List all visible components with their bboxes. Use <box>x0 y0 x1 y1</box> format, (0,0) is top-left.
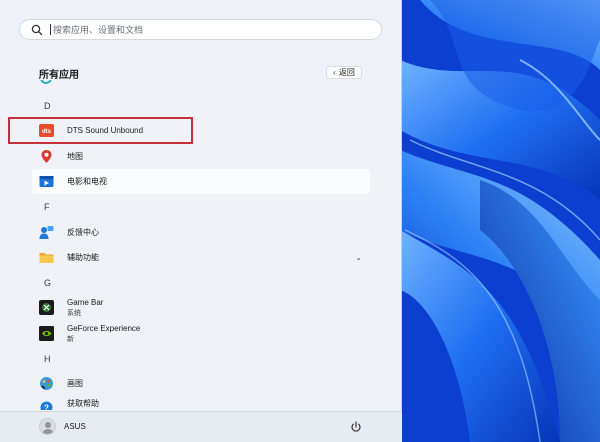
map-pin-icon <box>39 149 54 164</box>
nvidia-icon <box>39 326 54 341</box>
power-icon[interactable] <box>350 421 362 433</box>
list-item-game-bar[interactable]: Game Bar 系统 <box>32 295 370 320</box>
app-name: 地图 <box>67 152 83 161</box>
annotation-highlight-box <box>8 117 193 144</box>
app-name: 反馈中心 <box>67 228 99 237</box>
start-menu: 搜索应用、设置和文档 所有应用 ‹ 返回 D dts DTS Sound Unb… <box>0 0 402 442</box>
search-box[interactable]: 搜索应用、设置和文档 <box>19 19 382 40</box>
app-name: GeForce Experience <box>67 323 141 333</box>
back-button-label: 返回 <box>338 68 355 77</box>
svg-text:?: ? <box>44 404 49 411</box>
search-placeholder: 搜索应用、设置和文档 <box>53 25 144 35</box>
letter-header-h[interactable]: H <box>44 354 51 364</box>
app-subtitle: 系统 <box>67 309 81 317</box>
movies-tv-icon <box>39 174 54 189</box>
app-name: 画图 <box>67 379 83 388</box>
letter-header-f[interactable]: F <box>44 202 50 212</box>
search-icon <box>31 24 43 35</box>
paint-icon <box>39 376 54 391</box>
user-account-button[interactable]: ASUS <box>39 418 86 435</box>
list-item-maps[interactable]: 地图 <box>32 144 370 169</box>
list-item-movies-tv[interactable]: 电影和电视 <box>32 169 370 194</box>
partial-app-icon <box>40 80 52 84</box>
list-item-paint[interactable]: 画图 <box>32 371 370 396</box>
letter-header-g[interactable]: G <box>44 278 51 288</box>
list-item-get-help[interactable]: ? 获取帮助 系统 <box>32 396 370 410</box>
all-apps-title: 所有应用 <box>39 70 79 81</box>
folder-icon <box>39 250 54 265</box>
app-name: 辅助功能 <box>67 253 99 262</box>
start-footer: ASUS <box>0 411 402 442</box>
list-item-accessibility-folder[interactable]: 辅助功能 ⌄ <box>32 245 370 270</box>
app-name: Game Bar <box>67 297 104 307</box>
app-subtitle: 系统 <box>67 410 99 411</box>
user-name: ASUS <box>64 422 86 431</box>
app-name: 电影和电视 <box>67 177 107 186</box>
chevron-left-icon: ‹ <box>333 68 336 77</box>
get-help-icon: ? <box>39 401 54 410</box>
list-item-feedback-hub[interactable]: 反馈中心 <box>32 220 370 245</box>
back-button[interactable]: ‹ 返回 <box>326 66 362 79</box>
chevron-down-icon[interactable]: ⌄ <box>355 253 362 262</box>
app-name: 获取帮助 <box>67 398 99 408</box>
text-cursor <box>50 24 51 35</box>
avatar <box>39 418 56 435</box>
list-item-geforce-experience[interactable]: GeForce Experience 新 <box>32 321 370 346</box>
xbox-game-bar-icon <box>39 300 54 315</box>
letter-header-d[interactable]: D <box>44 101 51 111</box>
app-subtitle: 新 <box>67 335 74 343</box>
feedback-hub-icon <box>39 225 54 240</box>
